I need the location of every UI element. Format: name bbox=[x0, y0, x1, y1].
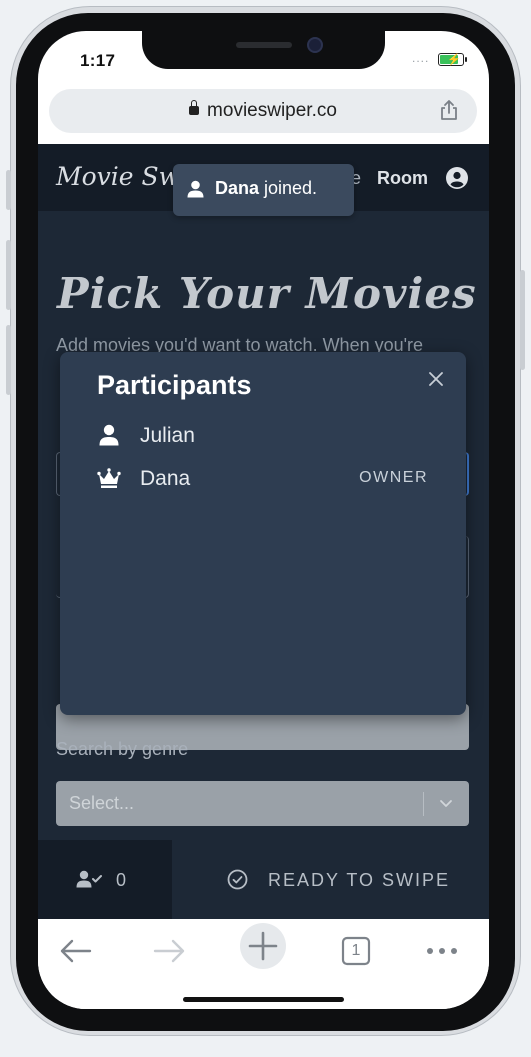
participant-name: Dana bbox=[140, 467, 191, 490]
participant-row: Dana OWNER bbox=[60, 458, 466, 496]
plus-icon bbox=[248, 931, 278, 961]
more-icon[interactable] bbox=[420, 929, 464, 973]
side-button bbox=[520, 270, 525, 370]
camera bbox=[307, 37, 323, 53]
share-icon[interactable] bbox=[439, 99, 459, 121]
ready-to-swipe-button[interactable]: READY TO SWIPE bbox=[172, 840, 489, 919]
modal-title: Participants bbox=[97, 370, 252, 400]
participants-modal: Participants Julian Dana OWNER bbox=[60, 352, 466, 715]
participant-role: OWNER bbox=[359, 469, 428, 486]
phone-screen: 1:17 .... ⚡ movieswiper.co Movie Swi e R… bbox=[38, 31, 489, 1009]
home-indicator bbox=[183, 997, 344, 1002]
close-icon[interactable] bbox=[427, 370, 445, 388]
genre-select[interactable]: Select... bbox=[56, 781, 469, 826]
participant-row: Julian bbox=[60, 415, 466, 453]
tab-count: 1 bbox=[351, 942, 361, 959]
genre-label: Search by genre bbox=[56, 739, 189, 759]
notch bbox=[142, 31, 385, 69]
side-button bbox=[6, 240, 11, 310]
ready-count-value: 0 bbox=[116, 870, 127, 890]
crown-icon bbox=[97, 468, 121, 488]
user-icon bbox=[187, 180, 204, 198]
forward-arrow-icon[interactable] bbox=[147, 929, 191, 973]
browser-toolbar: 1 bbox=[38, 919, 489, 1009]
signal-indicator: .... bbox=[412, 51, 430, 65]
toast-message: joined. bbox=[259, 178, 318, 198]
select-divider bbox=[423, 792, 424, 816]
lock-icon bbox=[189, 100, 200, 115]
user-icon bbox=[99, 424, 119, 446]
side-button bbox=[6, 170, 11, 210]
join-toast: Dana joined. bbox=[173, 164, 354, 216]
participant-name: Julian bbox=[140, 424, 195, 447]
tabs-button[interactable]: 1 bbox=[334, 929, 378, 973]
ready-count: 0 bbox=[38, 840, 172, 919]
account-icon[interactable] bbox=[446, 167, 468, 189]
genre-select-placeholder: Select... bbox=[69, 793, 135, 813]
battery-icon: ⚡ bbox=[438, 53, 467, 66]
brand-logo[interactable]: Movie Swi bbox=[56, 162, 188, 191]
bottom-bar: 0 READY TO SWIPE bbox=[38, 840, 489, 919]
status-time: 1:17 bbox=[80, 51, 116, 70]
new-tab-button[interactable] bbox=[240, 923, 286, 969]
nav-item-room[interactable]: Room bbox=[377, 168, 428, 189]
url-text: movieswiper.co bbox=[207, 100, 337, 121]
toast-name: Dana bbox=[215, 178, 260, 198]
user-check-icon bbox=[76, 870, 102, 888]
page-title: Pick Your Movies bbox=[57, 269, 477, 318]
side-button bbox=[6, 325, 11, 395]
speaker bbox=[236, 42, 292, 48]
chevron-down-icon[interactable] bbox=[437, 794, 455, 812]
address-bar[interactable]: movieswiper.co bbox=[49, 89, 477, 133]
app-content: Movie Swi e Room Dana joined. Pick Your … bbox=[38, 144, 489, 919]
back-arrow-icon[interactable] bbox=[54, 929, 98, 973]
ready-button-label: READY TO SWIPE bbox=[268, 870, 451, 890]
check-circle-icon bbox=[227, 869, 248, 890]
